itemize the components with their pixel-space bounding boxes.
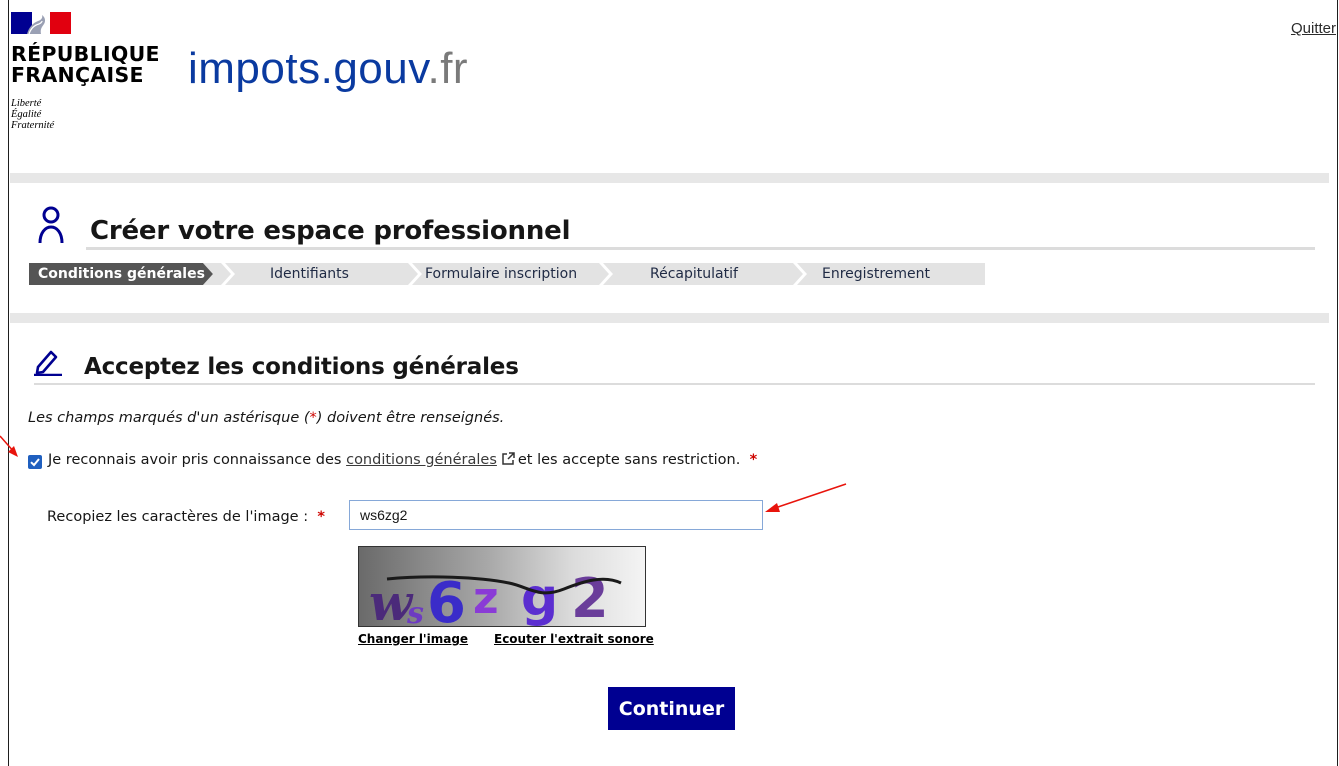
hint-text: Les champs marqués d'un astérisque ( [28, 410, 310, 426]
step-separator [221, 263, 235, 285]
captcha-char: s [406, 596, 424, 627]
hint-text: ) doivent être renseignés. [316, 410, 505, 426]
step-identifiants[interactable]: Identifiants [270, 263, 349, 285]
section-underline [34, 383, 1315, 385]
step-enregistrement[interactable]: Enregistrement [822, 263, 930, 285]
terms-text: et les accepte sans restriction. [517, 452, 741, 468]
step-separator [408, 263, 422, 285]
required-asterisk: * [309, 410, 317, 426]
captcha-char: g [521, 568, 558, 627]
title-underline [86, 247, 1315, 250]
captcha-char: 6 [427, 571, 466, 627]
terms-text: Je reconnais avoir pris connaissance des [48, 452, 347, 468]
pencil-icon [34, 350, 62, 376]
site-title-main: impots.gouv [188, 44, 428, 93]
captcha-char: 2 [571, 567, 609, 627]
required-fields-hint: Les champs marqués d'un astérisque (*) d… [28, 410, 504, 426]
step-formulaire-inscription[interactable]: Formulaire inscription [425, 263, 577, 285]
site-title[interactable]: impots.gouv.fr [188, 44, 468, 94]
section-title: Acceptez les conditions générales [84, 354, 519, 380]
progress-steps: Conditions générales Identifiants Formul… [29, 263, 985, 285]
site-title-tld: .fr [427, 44, 469, 93]
required-asterisk: * [749, 452, 758, 468]
continue-button[interactable]: Continuer [608, 687, 735, 730]
step-separator [599, 263, 613, 285]
quit-link[interactable]: Quitter [1291, 20, 1336, 37]
republic-motto: Liberté Égalité Fraternité [11, 98, 55, 131]
terms-checkbox[interactable] [28, 455, 42, 469]
page-title: Créer votre espace professionnel [90, 216, 571, 246]
captcha-characters: w s 6 z g 2 [369, 567, 622, 627]
separator-band [10, 173, 1329, 183]
captcha-label-text: Recopiez les caractères de l'image : [47, 509, 309, 525]
separator-band [10, 313, 1329, 323]
audio-captcha-link[interactable]: Ecouter l'extrait sonore [494, 632, 654, 646]
conditions-generales-link[interactable]: conditions générales [346, 452, 497, 468]
captcha-label: Recopiez les caractères de l'image : * [47, 509, 325, 525]
captcha-image: w s 6 z g 2 [358, 546, 646, 627]
terms-label[interactable]: Je reconnais avoir pris connaissance des… [48, 452, 757, 468]
checkmark-icon [30, 458, 40, 467]
step-recapitulatif[interactable]: Récapitulatif [650, 263, 738, 285]
required-asterisk: * [317, 509, 325, 525]
step-conditions-generales[interactable]: Conditions générales [29, 263, 213, 285]
republic-name: RÉPUBLIQUE FRANÇAISE [11, 42, 160, 87]
step-separator [793, 263, 807, 285]
user-icon [38, 206, 64, 244]
external-link-icon [502, 452, 515, 465]
change-image-link[interactable]: Changer l'image [358, 632, 468, 646]
captcha-input[interactable] [349, 500, 763, 530]
marianne-flag-icon [11, 12, 71, 34]
